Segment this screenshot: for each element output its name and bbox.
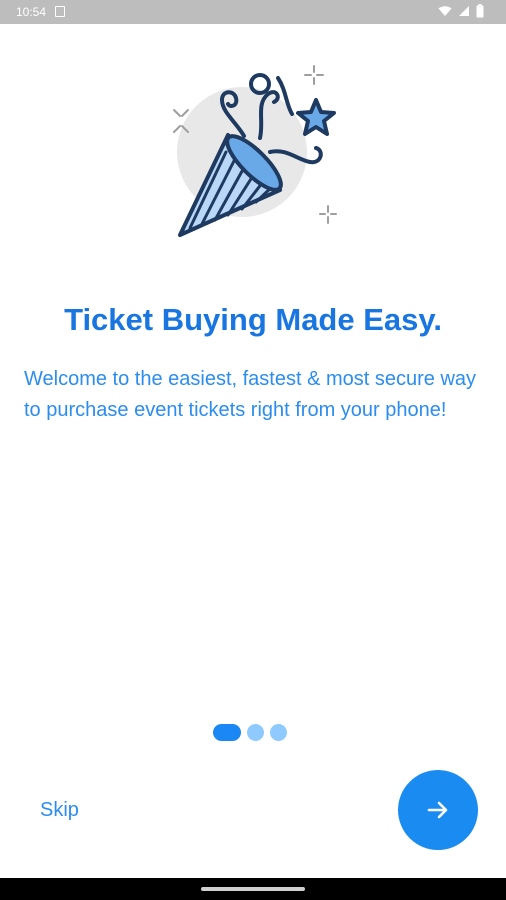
wifi-icon <box>438 6 452 16</box>
battery-icon <box>476 4 484 18</box>
home-handle[interactable] <box>201 887 305 891</box>
next-button[interactable] <box>398 770 478 850</box>
onboarding-title: Ticket Buying Made Easy. <box>64 302 442 337</box>
page-indicator <box>213 724 287 741</box>
onboarding-description: Welcome to the easiest, fastest & most s… <box>24 368 477 421</box>
status-time: 10:54 <box>16 5 47 19</box>
page-dot <box>247 724 264 741</box>
party-popper-icon <box>173 65 337 237</box>
page-dot-active <box>213 724 241 741</box>
status-icons <box>438 4 484 18</box>
skip-button[interactable]: Skip <box>40 799 79 822</box>
party-popper-illustration <box>160 60 350 250</box>
system-nav-bar <box>0 878 506 900</box>
page-dot <box>270 724 287 741</box>
signal-icon <box>459 6 469 16</box>
status-bar: 10:54 <box>0 0 506 24</box>
arrow-right-icon <box>427 801 448 819</box>
screenshot-icon <box>55 6 65 17</box>
